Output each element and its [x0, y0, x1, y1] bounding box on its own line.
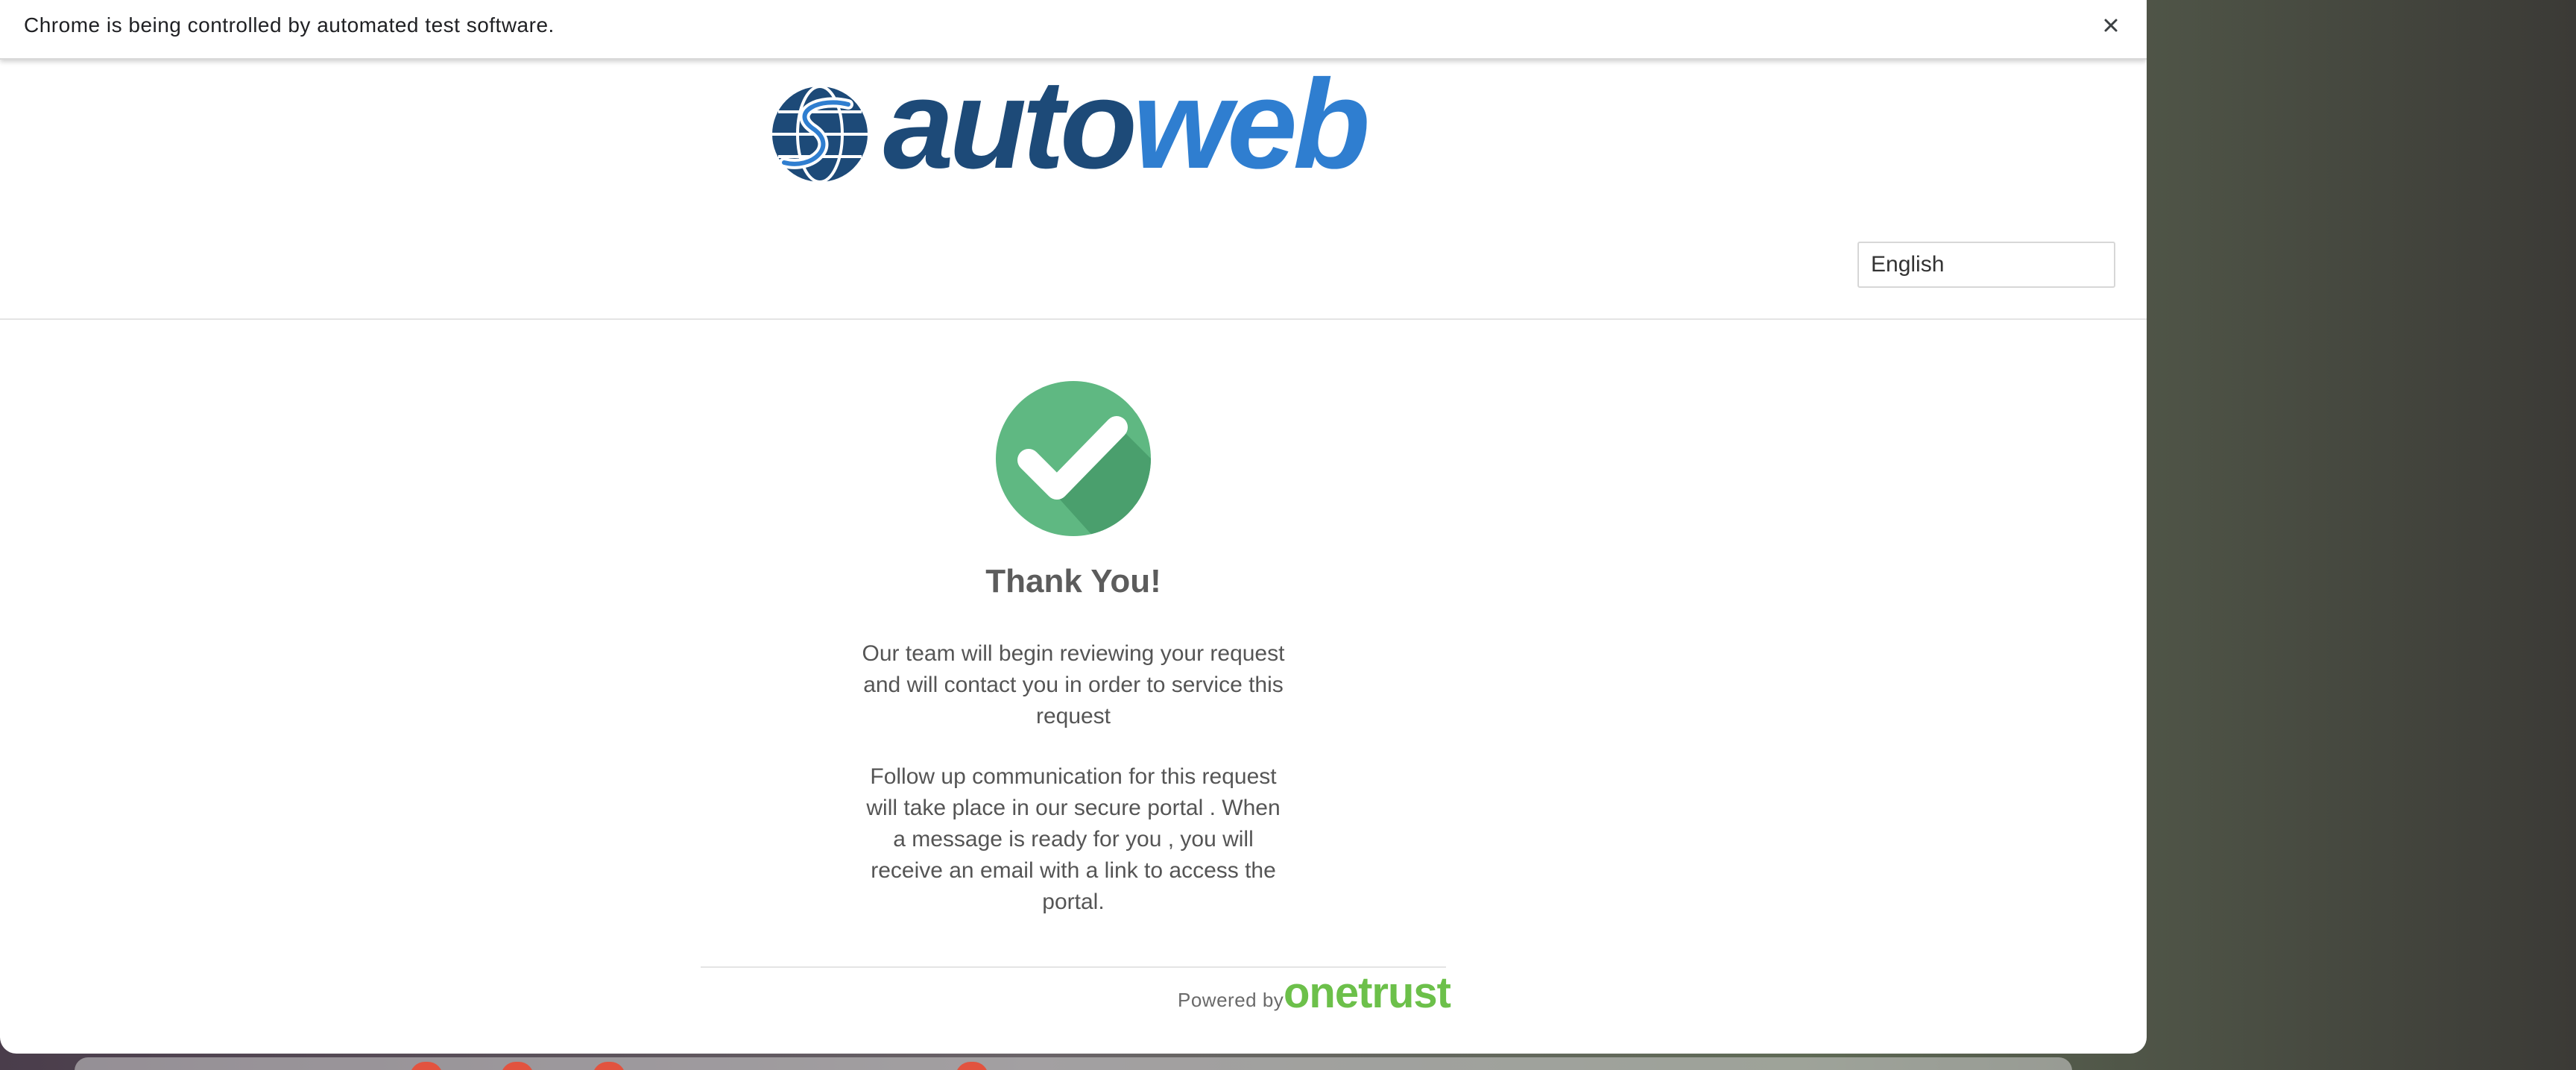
- globe-icon: [772, 85, 868, 183]
- infobar-message: Chrome is being controlled by automated …: [24, 13, 555, 37]
- language-select[interactable]: English: [1857, 242, 2115, 288]
- thank-you-title: Thank You!: [985, 563, 1161, 599]
- header-divider: [0, 318, 2147, 320]
- onetrust-logo[interactable]: onetrust: [1284, 968, 1451, 1018]
- logo-web: web: [1132, 54, 1371, 195]
- browser-window: Chrome is being controlled by automated …: [0, 0, 2147, 1054]
- check-circle-icon: [996, 381, 1151, 536]
- close-icon[interactable]: [2096, 10, 2126, 40]
- desktop-background: Chrome is being controlled by automated …: [0, 0, 2576, 1070]
- logo-wordmark: autoweb: [883, 61, 1370, 188]
- powered-by-label: Powered by: [1178, 989, 1284, 1011]
- automation-infobar: Chrome is being controlled by automated …: [0, 0, 2147, 60]
- review-message: Our team will begin reviewing your reque…: [862, 641, 1285, 728]
- autoweb-logo: autoweb: [768, 61, 1386, 188]
- dock: [75, 1057, 2072, 1070]
- logo-auto: auto: [883, 54, 1137, 195]
- portal-message: Follow up communication for this request…: [866, 764, 1281, 914]
